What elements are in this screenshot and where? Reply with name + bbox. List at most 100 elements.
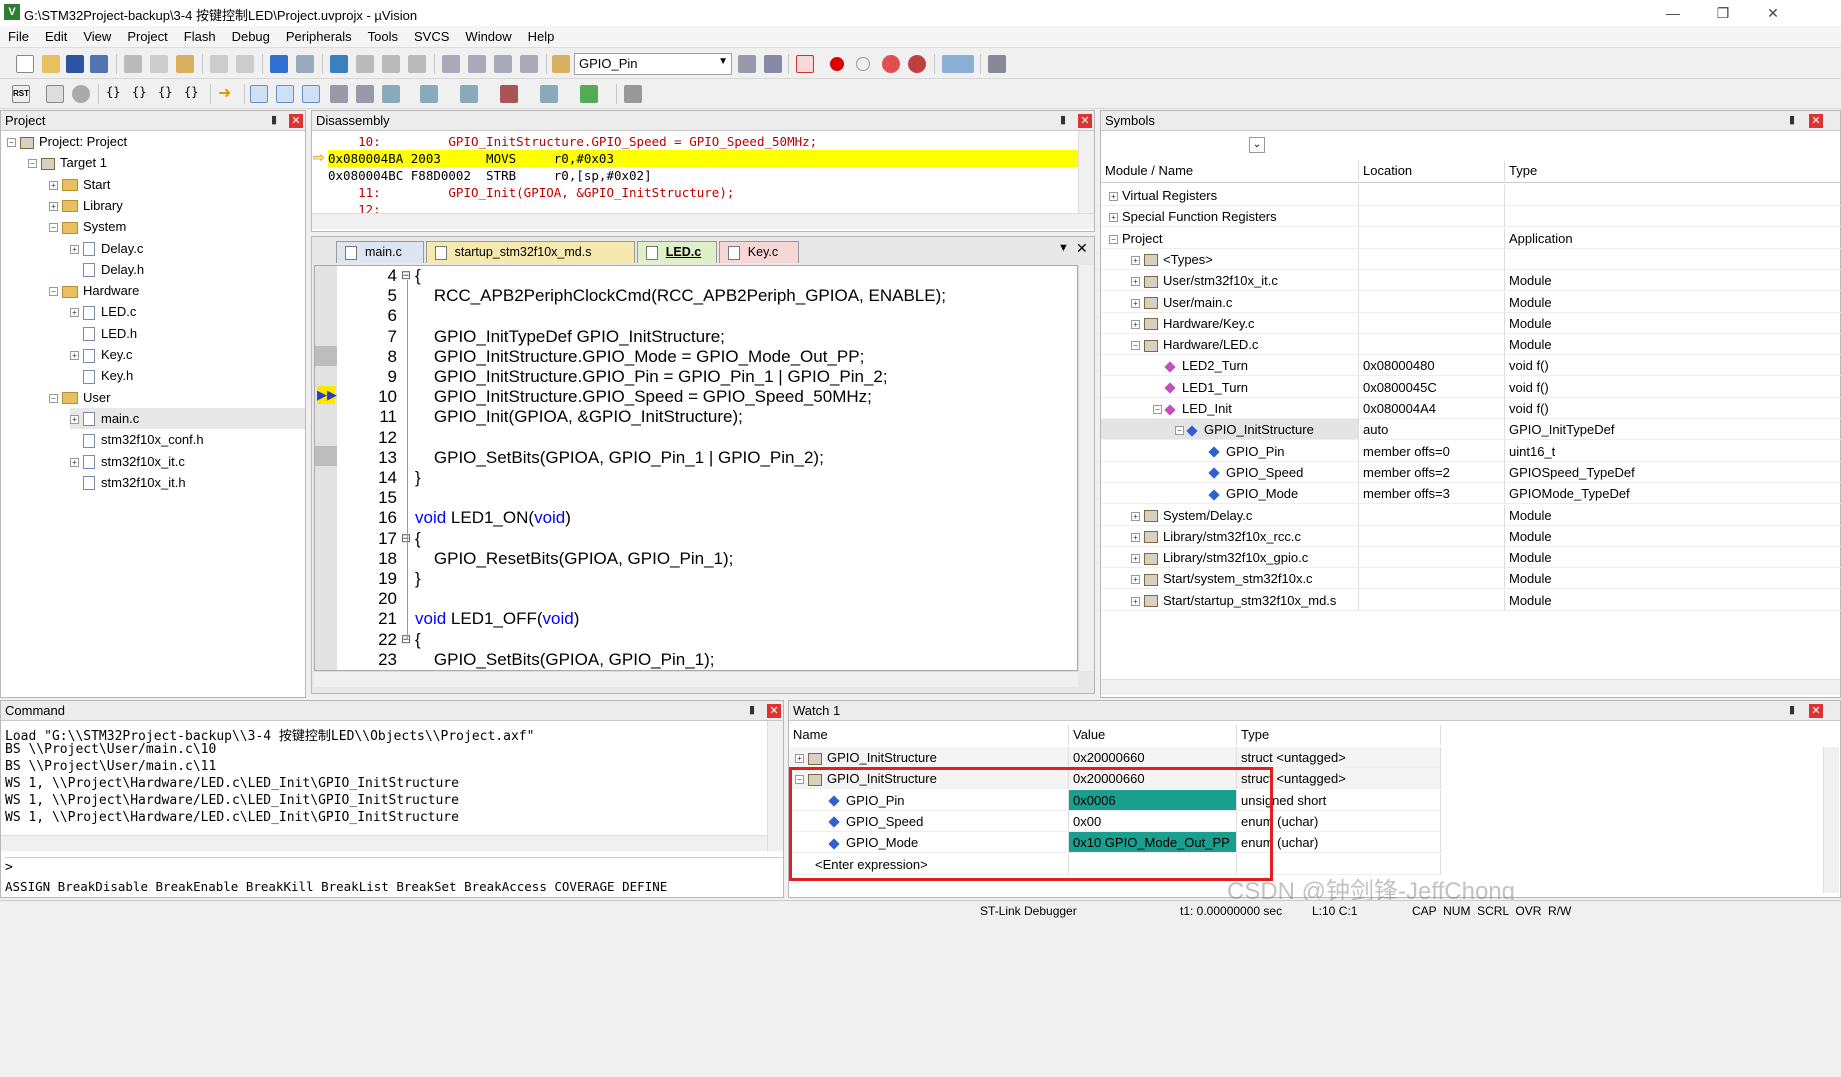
window-layout-icon[interactable]: [942, 55, 974, 73]
command-input[interactable]: >: [5, 857, 783, 877]
tab-main-c[interactable]: main.c: [336, 241, 424, 263]
close-icon[interactable]: ✕: [1809, 704, 1823, 718]
analysis-windows-icon[interactable]: [500, 85, 518, 103]
watch-vscroll[interactable]: [1823, 747, 1839, 893]
watch-value[interactable]: 0x20000660: [1069, 747, 1237, 768]
symbols-hscroll[interactable]: [1101, 679, 1840, 695]
tab-list-icon[interactable]: ▼: [1058, 242, 1069, 254]
symbol-row[interactable]: + User/stm32f10x_it.c: [1101, 270, 1359, 292]
project-tree-item[interactable]: + Delay.c: [70, 238, 143, 259]
expand-toggle-icon[interactable]: +: [49, 201, 58, 211]
expand-toggle-icon[interactable]: +: [1131, 554, 1140, 564]
call-stack-icon[interactable]: [356, 85, 374, 103]
column-header[interactable]: Type: [1237, 725, 1441, 745]
symbol-row[interactable]: + Library/stm32f10x_gpio.c: [1101, 547, 1359, 569]
expand-toggle-icon[interactable]: +: [1131, 298, 1140, 308]
pin-icon[interactable]: ▮: [1789, 113, 1795, 126]
comment-icon[interactable]: [494, 55, 512, 73]
disable-all-breakpoints-icon[interactable]: [882, 55, 900, 73]
column-header[interactable]: Type: [1505, 161, 1841, 181]
menu-file[interactable]: File: [0, 26, 37, 47]
cut-icon[interactable]: [124, 55, 142, 73]
symbol-row[interactable]: + System/Delay.c: [1101, 504, 1359, 526]
symbol-row[interactable]: + Special Function Registers: [1101, 206, 1359, 228]
trace-windows-icon[interactable]: [540, 85, 558, 103]
command-hscroll[interactable]: [1, 835, 767, 851]
reset-icon[interactable]: RST: [12, 85, 30, 103]
project-tree-item[interactable]: − User: [49, 387, 110, 408]
project-tree-item[interactable]: − Target 1: [28, 152, 107, 173]
expand-toggle-icon[interactable]: −: [49, 393, 58, 403]
step-into-icon[interactable]: {}: [106, 85, 124, 103]
project-tree-item[interactable]: + Library: [49, 195, 123, 216]
command-vscroll[interactable]: [767, 721, 783, 851]
expand-toggle-icon[interactable]: +: [49, 180, 58, 190]
pin-icon[interactable]: ▮: [271, 113, 277, 126]
expand-toggle-icon[interactable]: +: [1131, 255, 1140, 265]
symbol-row[interactable]: + <Types>: [1101, 248, 1359, 270]
clear-bookmarks-icon[interactable]: [408, 55, 426, 73]
disable-breakpoint-icon[interactable]: [856, 57, 870, 71]
save-all-icon[interactable]: [90, 55, 108, 73]
symbol-row[interactable]: − Project: [1101, 227, 1359, 249]
expand-toggle-icon[interactable]: +: [1131, 319, 1140, 329]
tab-led-c[interactable]: LED.c: [636, 241, 717, 263]
project-tree-item[interactable]: − Project: Project: [7, 131, 127, 152]
bookmark-icon[interactable]: [330, 55, 348, 73]
symbol-row[interactable]: GPIO_Mode: [1101, 483, 1359, 505]
memory-windows-icon[interactable]: [420, 85, 438, 103]
menu-view[interactable]: View: [75, 26, 119, 47]
breakpoint-gutter[interactable]: [315, 266, 337, 670]
tab-startup-stm32f10x-md-s[interactable]: startup_stm32f10x_md.s: [425, 241, 635, 263]
symbol-row[interactable]: − LED_Init: [1101, 398, 1359, 419]
menu-tools[interactable]: Tools: [360, 26, 406, 47]
next-bookmark-icon[interactable]: [382, 55, 400, 73]
menu-svcs[interactable]: SVCS: [406, 26, 457, 47]
symbol-row[interactable]: LED1_Turn: [1101, 376, 1359, 398]
project-tree-item[interactable]: + Key.c: [70, 344, 133, 365]
menu-help[interactable]: Help: [520, 26, 563, 47]
close-icon[interactable]: ✕: [767, 704, 781, 718]
expand-toggle-icon[interactable]: −: [7, 138, 16, 148]
uncomment-icon[interactable]: [520, 55, 538, 73]
expand-toggle-icon[interactable]: +: [70, 308, 79, 318]
undo-icon[interactable]: [210, 55, 228, 73]
copy-icon[interactable]: [150, 55, 168, 73]
expand-toggle-icon[interactable]: +: [1109, 213, 1118, 223]
find-combo[interactable]: GPIO_Pin ▼: [574, 53, 732, 75]
serial-windows-icon[interactable]: [460, 85, 478, 103]
menu-flash[interactable]: Flash: [176, 26, 224, 47]
symbol-row[interactable]: + Hardware/Key.c: [1101, 312, 1359, 334]
restore-button[interactable]: ❐: [1700, 2, 1746, 24]
show-next-statement-icon[interactable]: ➜: [218, 85, 236, 103]
expand-toggle-icon[interactable]: +: [70, 351, 79, 361]
kill-all-breakpoints-icon[interactable]: [908, 55, 926, 73]
prev-bookmark-icon[interactable]: [356, 55, 374, 73]
expand-toggle-icon[interactable]: +: [1109, 192, 1118, 202]
incremental-find-icon[interactable]: [764, 55, 782, 73]
project-tree-item[interactable]: − System: [49, 216, 126, 237]
symbol-row[interactable]: + Virtual Registers: [1101, 185, 1359, 206]
watch-row[interactable]: + GPIO_InitStructure: [789, 747, 1069, 768]
menu-peripherals[interactable]: Peripherals: [278, 26, 360, 47]
system-viewer-icon[interactable]: [580, 85, 598, 103]
symbol-row[interactable]: LED2_Turn: [1101, 355, 1359, 377]
pin-icon[interactable]: ▮: [1060, 113, 1066, 126]
pin-icon[interactable]: ▮: [749, 703, 755, 716]
code-area[interactable]: ▶▶ 4 ⊟{5 RCC_APB2PeriphClockCmd(RCC_APB2P…: [314, 265, 1078, 671]
expand-toggle-icon[interactable]: −: [1131, 341, 1140, 351]
run-icon[interactable]: [46, 85, 64, 103]
expand-toggle-icon[interactable]: −: [1153, 405, 1162, 415]
debug-session-icon[interactable]: [796, 55, 814, 73]
symbol-row[interactable]: + Start/system_stm32f10x.c: [1101, 568, 1359, 590]
open-file-icon[interactable]: [42, 55, 60, 73]
symbol-row[interactable]: GPIO_Speed: [1101, 461, 1359, 483]
disassembly-hscroll[interactable]: [312, 213, 1094, 229]
disassembly-listing[interactable]: 10: GPIO_InitStructure.GPIO_Speed = GPIO…: [312, 133, 1078, 213]
disassembly-window-icon[interactable]: [276, 85, 294, 103]
toolbox-icon[interactable]: [624, 85, 642, 103]
expand-toggle-icon[interactable]: +: [1131, 277, 1140, 287]
minimize-button[interactable]: —: [1650, 2, 1696, 24]
column-header[interactable]: Value: [1069, 725, 1237, 745]
symbol-row[interactable]: − GPIO_InitStructure: [1101, 419, 1359, 441]
